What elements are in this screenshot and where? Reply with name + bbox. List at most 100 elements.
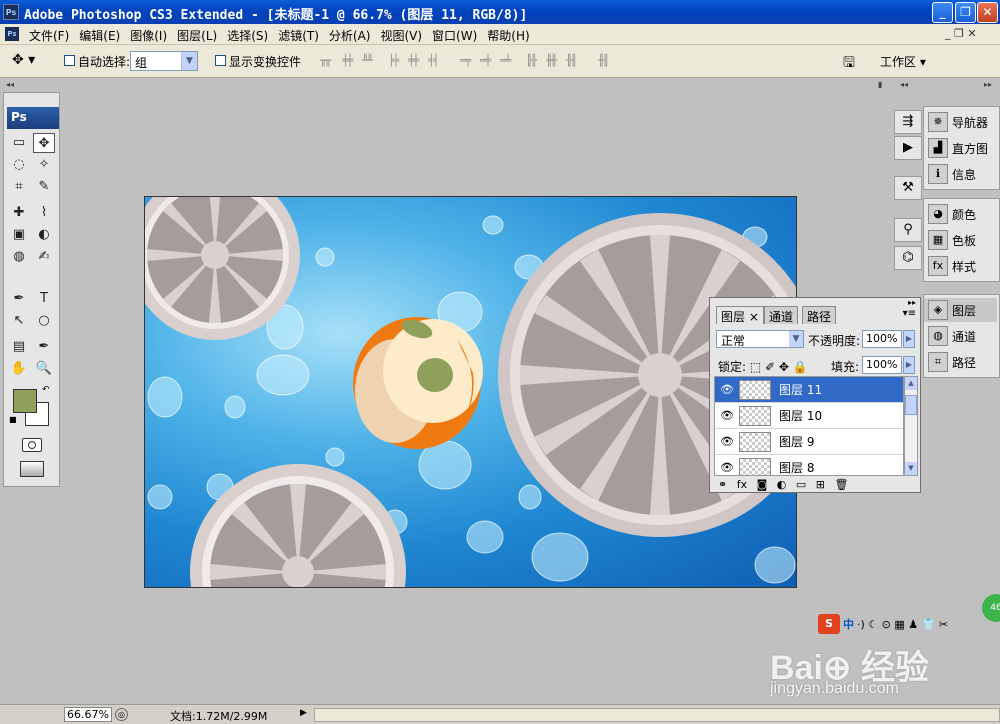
lock-icons[interactable]: ⬚ ✐ ✥ 🔒	[750, 360, 808, 374]
quick-mask-icon[interactable]	[22, 438, 42, 452]
tab-layers[interactable]: 图层 ×	[716, 306, 764, 324]
tab-channels[interactable]: 通道	[764, 306, 799, 324]
expand-right-icon[interactable]: ▸▸	[984, 80, 992, 89]
eye-icon[interactable]: 👁	[715, 435, 739, 448]
horizontal-scrollbar[interactable]	[314, 708, 1000, 722]
eye-icon[interactable]: 👁	[715, 461, 739, 474]
panel-menu-icon[interactable]: ▾≡	[903, 308, 916, 319]
auto-select-dropdown[interactable]: 组 ▼	[130, 51, 198, 71]
align-hcenter-icon[interactable]: ╪╪	[408, 54, 424, 68]
document-window-controls[interactable]: _ ❐ ✕	[945, 27, 977, 40]
paths-panel-tab[interactable]: ⌗ 路径	[924, 350, 997, 374]
layer-row[interactable]: 👁 图层 9	[715, 429, 903, 455]
distribute-left-icon[interactable]: ╟╟	[526, 54, 542, 68]
align-vcenter-icon[interactable]: ╪╪	[342, 54, 358, 68]
minimize-button[interactable]: _	[932, 2, 953, 23]
layer-row[interactable]: 👁 图层 11	[715, 377, 903, 403]
tab-paths[interactable]: 路径	[802, 306, 837, 324]
opacity-input[interactable]: 100%	[862, 330, 902, 348]
move-tool-icon[interactable]: ✥	[33, 133, 55, 153]
opacity-slider-button[interactable]: ▶	[903, 330, 915, 348]
channels-panel-tab[interactable]: ◍ 通道	[924, 324, 997, 348]
align-bottom-icon[interactable]: ╨╨	[362, 54, 378, 68]
lasso-tool-icon[interactable]: ◌	[8, 155, 30, 175]
ime-tool-icons[interactable]: ·) ☾ ⊙ ▦ ♟ 👕 ✂	[857, 618, 948, 631]
menu-image[interactable]: 图像(I)	[125, 27, 172, 44]
menu-window[interactable]: 窗口(W)	[427, 27, 482, 44]
swap-colors-icon[interactable]: ↶	[42, 385, 50, 395]
menu-layer[interactable]: 图层(L)	[172, 27, 222, 44]
eraser-tool-icon[interactable]: ◍	[8, 247, 30, 267]
zoom-tool-icon[interactable]: 🔍	[33, 359, 55, 379]
close-button[interactable]: ✕	[977, 2, 998, 23]
clone-stamp-icon[interactable]: ▣	[8, 225, 30, 245]
menu-select[interactable]: 选择(S)	[222, 27, 273, 44]
workspace-menu[interactable]: 工作区 ▾	[880, 53, 926, 70]
fill-slider-button[interactable]: ▶	[903, 356, 915, 374]
scroll-thumb[interactable]	[905, 395, 917, 415]
brush-tool-icon[interactable]: ⌇	[33, 203, 55, 223]
brushes-panel-icon[interactable]: ⚲	[894, 218, 922, 242]
info-panel-tab[interactable]: ℹ 信息	[924, 162, 997, 186]
blend-mode-dropdown[interactable]: 正常 ▼	[716, 330, 804, 348]
layer-row[interactable]: 👁 图层 8	[715, 455, 903, 475]
maximize-button[interactable]: ❐	[955, 2, 976, 23]
menu-edit[interactable]: 编辑(E)	[74, 27, 125, 44]
document-icon[interactable]: Ps	[5, 27, 19, 41]
layers-panel-tab[interactable]: ◈ 图层	[924, 298, 997, 322]
foreground-color-swatch[interactable]	[13, 389, 37, 413]
history-panel-icon[interactable]: ⇶	[894, 110, 922, 134]
collapse-left-icon[interactable]: ◂◂	[6, 80, 14, 89]
align-right-icon[interactable]: ╡╡	[428, 54, 444, 68]
layer-row[interactable]: 👁 图层 10	[715, 403, 903, 429]
default-colors-icon[interactable]: ■	[9, 415, 17, 424]
scroll-up-icon[interactable]: ▲	[905, 377, 917, 390]
tool-presets-icon[interactable]: ⚒	[894, 176, 922, 200]
histogram-panel-tab[interactable]: ▟ 直方图	[924, 136, 997, 160]
auto-select-checkbox[interactable]	[64, 55, 75, 66]
move-tool-icon[interactable]: ✥ ▾	[12, 52, 35, 68]
show-transform-checkbox[interactable]	[215, 55, 226, 66]
magic-wand-icon[interactable]: ✧	[33, 155, 55, 175]
healing-brush-icon[interactable]: ✚	[8, 203, 30, 223]
eye-icon[interactable]: 👁	[715, 383, 739, 396]
menu-view[interactable]: 视图(V)	[375, 27, 427, 44]
fill-input[interactable]: 100%	[862, 356, 902, 374]
bridge-icon[interactable]: 🖫	[843, 52, 855, 76]
menu-file[interactable]: 文件(F)	[24, 27, 74, 44]
distribute-top-icon[interactable]: ═╤	[460, 54, 476, 68]
distribute-hcenter-icon[interactable]: ╫╫	[546, 54, 562, 68]
gradient-tool-icon[interactable]: ✍	[33, 247, 55, 267]
shape-tool-icon[interactable]: ○	[33, 311, 55, 331]
status-menu-arrow[interactable]: ▶	[300, 708, 307, 718]
document-canvas[interactable]	[144, 196, 797, 588]
marquee-tool-icon[interactable]: ▭	[8, 133, 30, 153]
align-top-icon[interactable]: ╥╥	[320, 54, 336, 68]
sogou-s-icon[interactable]: S	[818, 614, 840, 634]
color-panel-tab[interactable]: ◕ 颜色	[924, 202, 997, 226]
layer-footer-buttons[interactable]: ⚭ fx ◙ ◐ ▭ ⊞ 🗑	[718, 478, 848, 491]
menu-analysis[interactable]: 分析(A)	[324, 27, 376, 44]
notes-tool-icon[interactable]: ▤	[8, 337, 30, 357]
pen-tool-icon[interactable]: ✒	[8, 289, 30, 309]
eyedropper-icon[interactable]: ✒	[33, 337, 55, 357]
auto-align-icon[interactable]: ╫║	[598, 54, 614, 68]
actions-panel-icon[interactable]: ▶	[894, 136, 922, 160]
layer-list-scrollbar[interactable]: ▲ ▼	[904, 376, 918, 476]
path-select-icon[interactable]: ↖	[8, 311, 30, 331]
align-left-icon[interactable]: ╞╞	[388, 54, 404, 68]
hand-tool-icon[interactable]: ✋	[8, 359, 30, 379]
styles-panel-tab[interactable]: fx 样式	[924, 254, 997, 278]
info-circle-icon[interactable]: ◎	[115, 708, 128, 721]
zoom-level-input[interactable]: 66.67%	[64, 707, 112, 722]
crop-tool-icon[interactable]: ⌗	[8, 177, 30, 197]
slice-tool-icon[interactable]: ✎	[33, 177, 55, 197]
navigator-panel-tab[interactable]: ✵ 导航器	[924, 110, 997, 134]
menu-help[interactable]: 帮助(H)	[482, 27, 534, 44]
eye-icon[interactable]: 👁	[715, 409, 739, 422]
notification-badge[interactable]: 46	[982, 594, 1000, 622]
swatches-panel-tab[interactable]: ▦ 色板	[924, 228, 997, 252]
history-brush-icon[interactable]: ◐	[33, 225, 55, 245]
screen-mode-icon[interactable]	[20, 461, 44, 477]
ime-mode[interactable]: 中	[843, 616, 854, 632]
